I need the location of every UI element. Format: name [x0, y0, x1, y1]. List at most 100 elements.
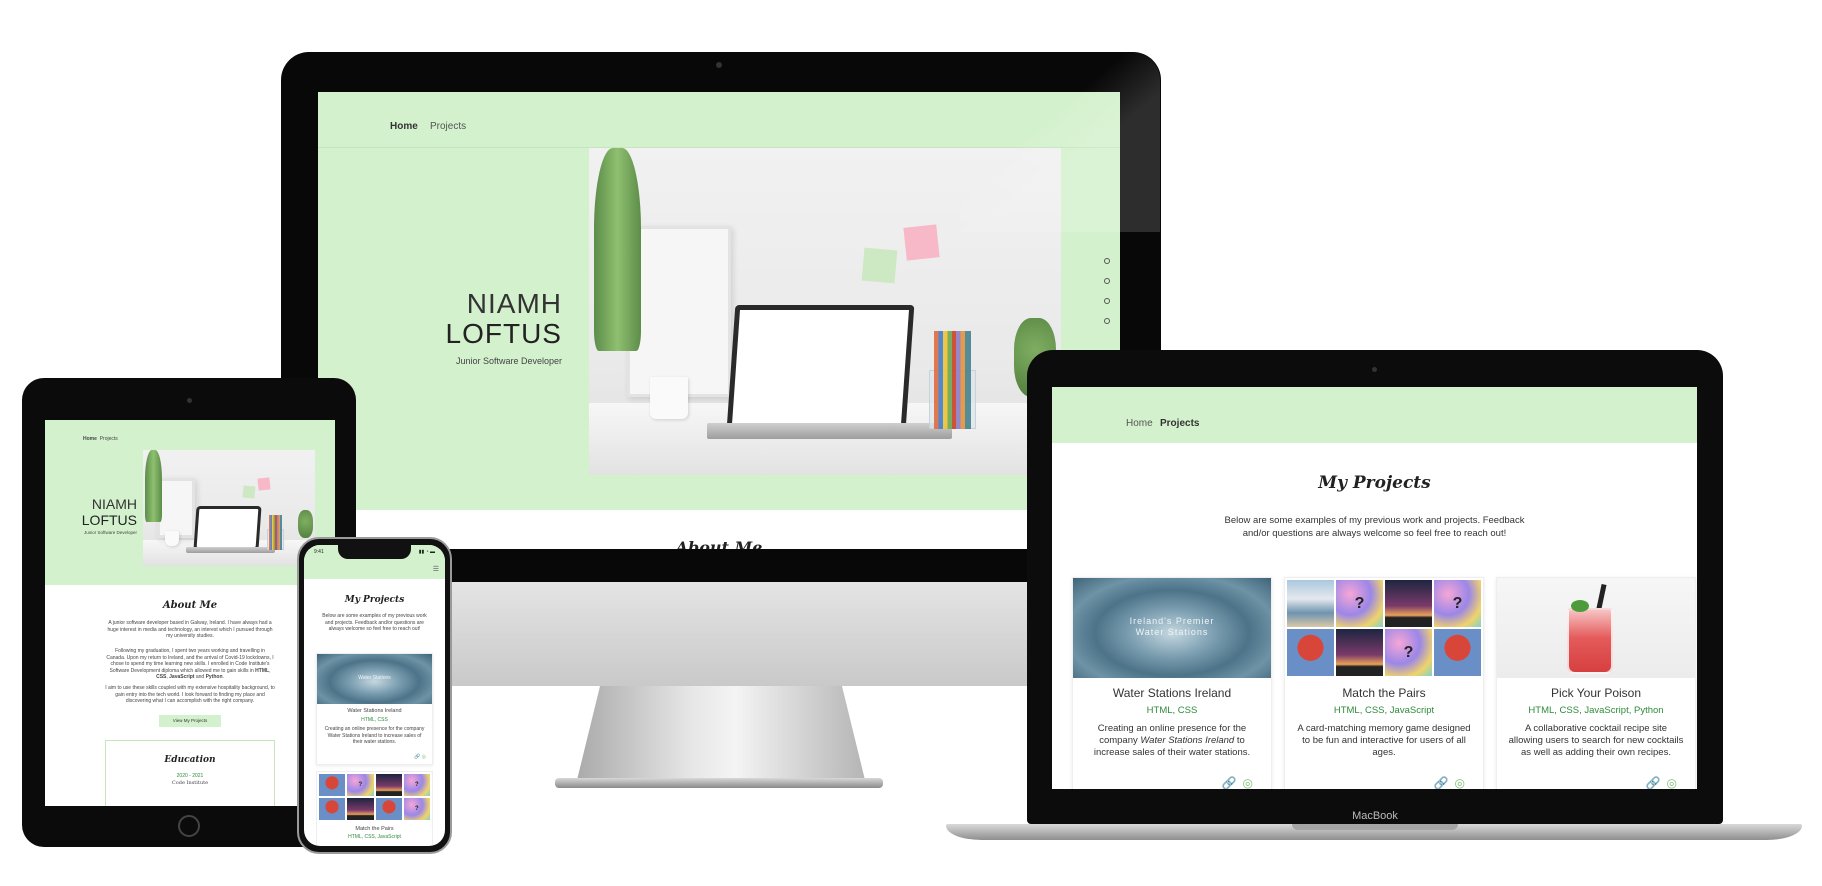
macbook-brand-label: MacBook	[1352, 810, 1398, 822]
card-description-company: Water Stations Ireland	[1140, 735, 1235, 746]
project-card-water-stations[interactable]: Water Stations Water Stations Ireland HT…	[316, 653, 433, 765]
link-icon[interactable]: 🔗	[1222, 776, 1243, 789]
card-title: Match the Pairs	[1342, 686, 1426, 700]
game-tile-hidden: ?	[403, 774, 430, 796]
game-tile	[319, 798, 346, 820]
water-stations-thumbnail-text: Ireland's Premier Water Stations	[1073, 616, 1271, 638]
game-tile	[1287, 629, 1334, 676]
imac-stand	[577, 686, 865, 780]
nav-projects-link[interactable]: Projects	[1160, 418, 1199, 429]
nav-home-link[interactable]: Home	[390, 121, 418, 132]
about-heading: About Me	[162, 600, 218, 611]
card-tech: HTML, CSS	[1146, 705, 1198, 716]
hamburger-menu-icon[interactable]: ☰	[433, 565, 439, 573]
game-tile-hidden: ?	[1336, 580, 1383, 627]
skill-css: CSS	[156, 674, 167, 680]
separator: and	[194, 674, 206, 680]
separator: .	[222, 674, 224, 680]
education-box: Education 2020 - 2021 Code Institute	[105, 740, 275, 806]
game-tile	[347, 798, 374, 820]
card-description: Creating an online presence for the comp…	[1083, 723, 1261, 759]
game-tile	[1287, 580, 1334, 627]
nav-projects-link[interactable]: Projects	[430, 121, 466, 132]
status-time: 9:41	[314, 549, 324, 555]
macbook-navbar: Home Projects	[1052, 387, 1697, 443]
skill-html: HTML	[255, 667, 270, 674]
iphone-screen: 9:41 ▮▮ ◔ ▬ ☰ My Projects Below are some…	[304, 545, 445, 846]
hero-name-block: NIAMH LOFTUS Junior Software Developer	[348, 288, 562, 366]
separator: ,	[269, 667, 271, 674]
project-card-pick-your-poison[interactable]: Pick Your Poison HTML, CSS, JavaScript, …	[1496, 577, 1696, 789]
projects-intro-line-2: and/or questions are always welcome so f…	[1242, 527, 1507, 539]
thumbnail-text-line-1: Ireland's Premier	[1129, 616, 1215, 626]
about-paragraph-2-text: Following my graduation, I spent two yea…	[106, 648, 274, 674]
about-paragraph-3: I aim to use these skills coupled with m…	[105, 685, 275, 704]
projects-heading: My Projects	[1318, 473, 1431, 493]
carousel-dot-4[interactable]	[1104, 318, 1110, 324]
game-tile	[1336, 629, 1383, 676]
project-card-match-pairs[interactable]: ? ? ? Match the Pairs HTML, CSS, JavaScr…	[1284, 577, 1484, 789]
game-tile-hidden: ?	[347, 774, 374, 796]
game-tile-hidden: ?	[1434, 580, 1481, 627]
card-title: Match the Pairs	[355, 826, 394, 832]
match-pairs-thumbnail: ? ? ?	[317, 772, 432, 822]
nav-home-link[interactable]: Home	[1126, 418, 1153, 429]
thumbnail-text: Water Stations	[358, 675, 391, 681]
card-icons[interactable]: 🔗 ◎	[414, 754, 426, 760]
projects-intro: Below are some examples of my previous w…	[322, 613, 427, 632]
imac-camera	[716, 62, 722, 68]
card-title: Water Stations Ireland	[1112, 686, 1232, 700]
water-stations-thumbnail: Water Stations	[317, 654, 432, 704]
project-card-water-stations[interactable]: Ireland's Premier Water Stations Water S…	[1072, 577, 1272, 789]
github-icon[interactable]: ◎	[1667, 776, 1683, 789]
macbook-notch	[1292, 824, 1458, 830]
about-paragraph-1: A junior software developer based in Gal…	[107, 620, 273, 639]
hero-tagline: Junior Software Developer	[83, 530, 137, 535]
card-icons: 🔗◎	[1222, 776, 1259, 789]
view-projects-button[interactable]: View My Projects	[159, 715, 221, 727]
status-icons: ▮▮ ◔ ▬	[418, 549, 435, 555]
game-tile	[375, 798, 402, 820]
hero-last-name: LOFTUS	[81, 512, 137, 528]
carousel-dot-3[interactable]	[1104, 298, 1110, 304]
hero-last-name: LOFTUS	[445, 318, 562, 349]
game-tile	[1385, 580, 1432, 627]
carousel-dot-1[interactable]	[1104, 258, 1110, 264]
ipad-camera	[187, 398, 192, 403]
projects-intro-line-1: Below are some examples of my previous w…	[1224, 515, 1525, 526]
skill-javascript: JavaScript	[169, 674, 195, 680]
imac-stand-base	[555, 778, 883, 788]
card-tech: HTML, CSS	[361, 716, 388, 723]
project-card-match-pairs[interactable]: ? ? ? Match the Pairs HTML, CSS, JavaScr…	[316, 771, 433, 846]
about-paragraph-2: Following my graduation, I spent two yea…	[105, 648, 275, 681]
cocktail-thumbnail	[1497, 578, 1695, 678]
card-tech: HTML, CSS, JavaScript	[1333, 705, 1435, 716]
ipad-nav: Home Projects	[83, 436, 118, 442]
macbook-camera	[1372, 367, 1377, 372]
skill-python: Python	[205, 674, 223, 680]
game-tile	[375, 774, 402, 796]
card-tech: HTML, CSS, JavaScript	[348, 833, 401, 840]
hero-first-name: NIAMH	[466, 288, 562, 319]
carousel-dot-2[interactable]	[1104, 278, 1110, 284]
hero-first-name: NIAMH	[91, 496, 137, 512]
nav-home-link[interactable]: Home	[83, 436, 97, 442]
game-tile-hidden: ?	[403, 798, 430, 820]
game-tile	[1434, 629, 1481, 676]
thumbnail-text-line-2: Water Stations	[1135, 627, 1209, 637]
nav-projects-link[interactable]: Projects	[100, 436, 118, 442]
github-icon[interactable]: ◎	[1455, 776, 1471, 789]
github-icon[interactable]: ◎	[1243, 776, 1259, 789]
card-tech: HTML, CSS, JavaScript, Python	[1528, 705, 1664, 716]
card-icons: 🔗◎	[1434, 776, 1471, 789]
iphone-notch	[338, 545, 411, 559]
game-tile	[319, 774, 346, 796]
card-description: A card-matching memory game designed to …	[1297, 723, 1471, 758]
hero-desk-photo	[143, 450, 315, 566]
education-heading: Education	[164, 755, 216, 765]
water-stations-thumbnail: Ireland's Premier Water Stations	[1073, 578, 1271, 678]
link-icon[interactable]: 🔗	[1646, 776, 1667, 789]
education-school: Code Institute	[171, 779, 209, 786]
projects-heading: My Projects	[344, 595, 405, 605]
link-icon[interactable]: 🔗	[1434, 776, 1455, 789]
